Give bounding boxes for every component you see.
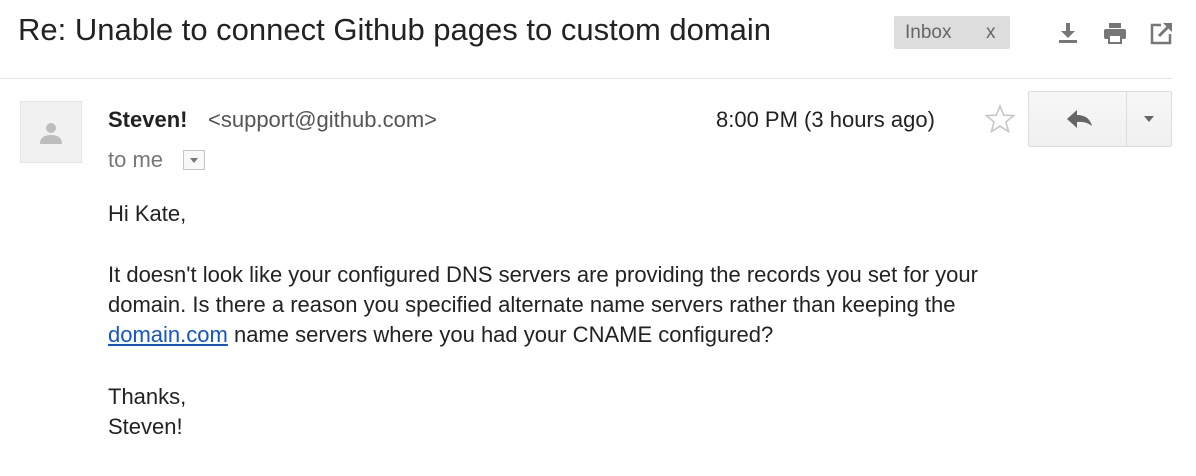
caret-down-icon [1144,116,1154,122]
star-icon[interactable] [984,103,1016,135]
inbox-label-chip[interactable]: Inbox x [894,16,1010,49]
closing: Thanks, [108,384,187,409]
print-icon[interactable] [1102,20,1128,46]
subject-bar: Re: Unable to connect Github pages to cu… [0,0,1196,78]
download-icon[interactable] [1055,20,1081,46]
reply-icon [1067,110,1092,128]
show-details-button[interactable] [183,150,205,170]
body-line-3-text: name servers where you had your CNAME co… [227,322,774,347]
email-subject: Re: Unable to connect Github pages to cu… [18,12,772,47]
remove-label-button[interactable]: x [986,22,996,44]
domain-link[interactable]: domain.com [108,322,228,347]
body-line-3: domain.com name servers where you had yo… [108,320,773,350]
body-line-2: domain. Is there a reason you specified … [108,292,956,317]
more-actions-button[interactable] [1126,91,1172,147]
label-text[interactable]: Inbox [905,22,951,44]
header-divider [0,78,1172,79]
greeting: Hi Kate, [108,201,187,226]
person-icon [40,123,62,144]
recipient-line: to me [108,147,164,172]
sender-name[interactable]: Steven! [108,107,187,133]
email-timestamp: 8:00 PM (3 hours ago) [716,107,935,132]
open-in-new-window-icon[interactable] [1149,20,1175,46]
sender-email: <support@github.com> [208,107,438,132]
body-line-1: It doesn't look like your configured DNS… [108,262,978,287]
chevron-down-icon [190,158,198,163]
reply-button[interactable] [1028,91,1127,147]
avatar [20,101,82,163]
signature: Steven! [108,414,183,439]
